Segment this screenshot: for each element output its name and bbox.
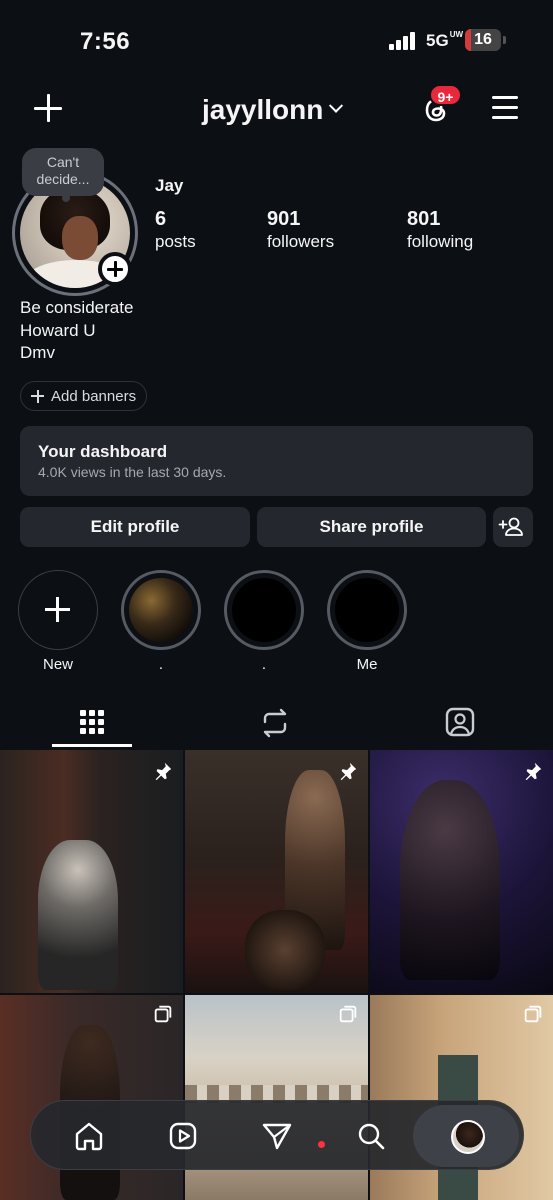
dashboard-title: Your dashboard <box>38 442 168 461</box>
bio-line: Dmv <box>20 343 55 362</box>
add-banners-button[interactable]: Add banners <box>20 381 148 411</box>
stat-value: 801 <box>407 208 441 230</box>
highlight-circle <box>121 570 201 650</box>
dashboard-subtitle: 4.0K views in the last 30 days. <box>38 464 227 480</box>
stat-following[interactable]: 801 following <box>407 207 473 253</box>
battery-nub <box>503 36 506 44</box>
tab-posts[interactable] <box>52 698 132 748</box>
highlight-cover <box>335 578 399 642</box>
pin-icon <box>155 762 172 781</box>
stat-label: following <box>407 232 474 251</box>
highlight-label: Me <box>356 656 378 673</box>
highlight-circle <box>327 570 407 650</box>
battery-percent: 16 <box>474 31 492 48</box>
tagged-icon <box>445 707 475 737</box>
bio-line: Howard U <box>20 320 96 340</box>
home-icon <box>75 1122 103 1151</box>
pin-icon <box>340 762 357 781</box>
profile-note[interactable]: Can't decide... <box>22 148 104 202</box>
highlight-label: . <box>158 656 164 673</box>
discover-people-button[interactable] <box>493 507 533 547</box>
highlight-new[interactable]: New <box>18 570 98 674</box>
stat-value: 6 <box>155 208 167 230</box>
add-banners-label: Add banners <box>51 387 137 405</box>
bio-line: Be considerate <box>20 298 134 317</box>
menu-icon[interactable] <box>492 96 518 120</box>
highlight-label: . <box>261 656 267 673</box>
reels-icon <box>169 1122 197 1150</box>
notification-badge: 9+ <box>429 84 462 106</box>
profile-tabs <box>0 698 553 748</box>
bottom-nav <box>30 1100 524 1170</box>
status-bar: 7:56 5GUW 16 <box>0 0 553 80</box>
plus-icon <box>45 597 70 622</box>
username: jayyllonn <box>202 94 324 125</box>
direct-icon <box>262 1123 292 1150</box>
profile-header: jayyllonn <box>0 84 553 136</box>
add-person-icon <box>498 517 523 536</box>
signal-icon <box>389 32 417 50</box>
reposts-icon <box>263 708 287 738</box>
nav-profile-avatar[interactable] <box>451 1120 485 1154</box>
share-profile-button[interactable]: Share profile <box>257 507 486 547</box>
carousel-icon <box>339 1005 357 1023</box>
post-thumbnail[interactable] <box>0 750 183 993</box>
nav-direct[interactable] <box>247 1101 307 1171</box>
stat-followers[interactable]: 901 followers <box>267 207 334 253</box>
active-tab-indicator <box>52 744 132 747</box>
add-story-button[interactable] <box>98 252 132 286</box>
highlight-label: New <box>42 656 73 673</box>
nav-search[interactable] <box>341 1101 401 1171</box>
create-button[interactable] <box>34 94 62 122</box>
stat-value: 901 <box>267 208 301 230</box>
chevron-down-icon <box>329 98 344 113</box>
account-switcher[interactable]: jayyllonn <box>202 94 344 126</box>
bio: Be considerate Howard U Dmv <box>20 297 133 365</box>
highlight-item[interactable]: . <box>121 570 201 674</box>
dashboard-card[interactable]: Your dashboard 4.0K views in the last 30… <box>20 426 533 496</box>
post-thumbnail[interactable] <box>185 750 368 993</box>
stat-label: posts <box>155 232 196 251</box>
battery-icon: 16 <box>465 29 501 51</box>
edit-profile-button[interactable]: Edit profile <box>20 507 250 547</box>
carousel-icon <box>154 1005 172 1023</box>
highlight-cover <box>129 578 193 642</box>
search-icon <box>358 1123 385 1150</box>
status-time: 7:56 <box>80 28 131 55</box>
highlight-item[interactable]: Me <box>327 570 407 674</box>
post-thumbnail[interactable] <box>370 750 553 993</box>
grid-icon <box>80 710 104 734</box>
stat-label: followers <box>267 232 335 251</box>
display-name: Jay <box>155 176 184 195</box>
highlight-circle <box>224 570 304 650</box>
nav-reels[interactable] <box>153 1101 213 1171</box>
unread-dot <box>318 1141 325 1148</box>
nav-home[interactable] <box>59 1101 119 1171</box>
stat-posts[interactable]: 6 posts <box>155 207 196 253</box>
highlight-cover <box>232 578 296 642</box>
tab-tagged[interactable] <box>420 698 500 748</box>
plus-icon <box>31 389 44 403</box>
pin-icon <box>525 762 542 781</box>
highlight-item[interactable]: . <box>224 570 304 674</box>
carousel-icon <box>524 1005 542 1023</box>
network-indicator: 5GUW <box>426 30 464 51</box>
tab-reposts[interactable] <box>235 698 315 748</box>
highlight-circle <box>18 570 98 650</box>
